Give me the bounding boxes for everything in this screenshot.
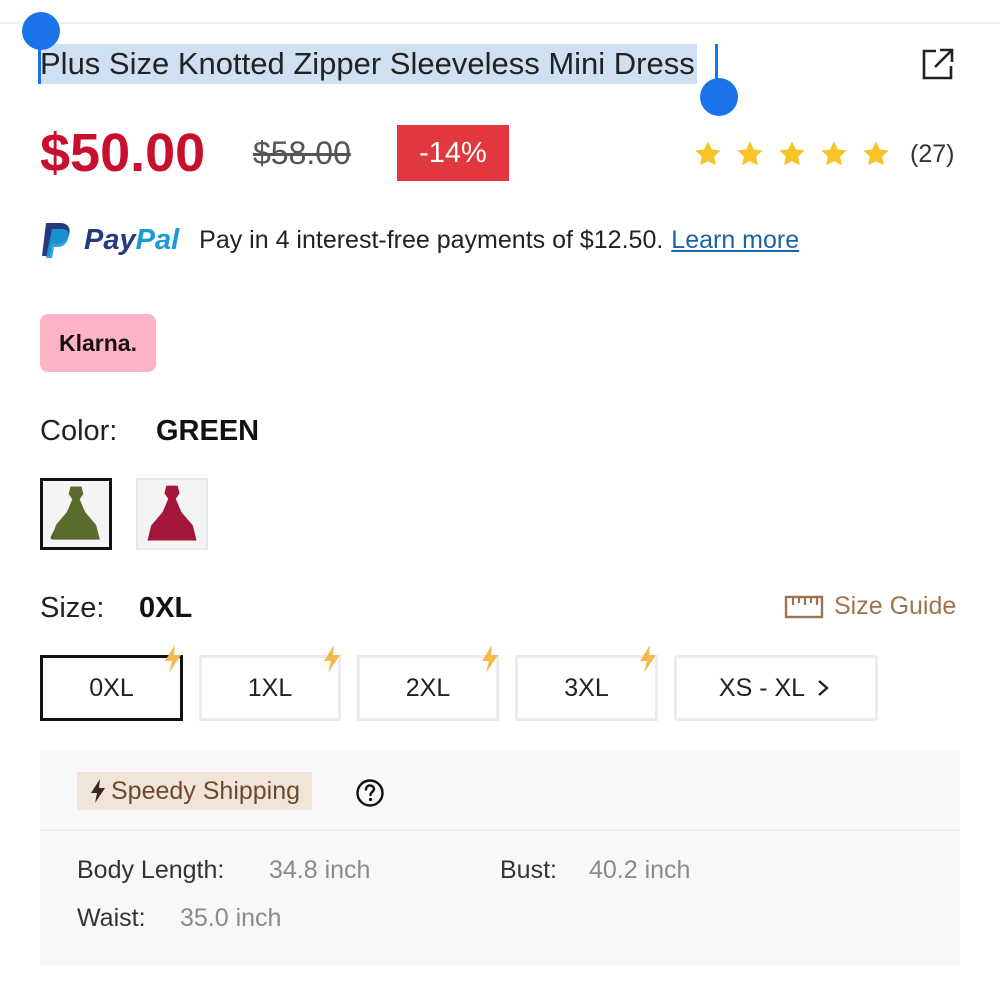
size-selected-value: 0XL [139,592,193,624]
selection-start-handle[interactable] [22,12,60,50]
size-label: Size: [40,592,105,624]
waist-value: 35.0 inch [180,904,282,932]
bust-label: Bust: [500,856,557,884]
star-icon [779,141,805,166]
color-label: Color: [40,415,118,447]
paypal-message: Pay in 4 interest-free payments of $12.5… [199,225,664,254]
size-guide-link[interactable]: Size Guide [784,592,956,621]
color-swatch-red[interactable] [136,478,208,550]
review-count[interactable]: (27) [910,138,954,170]
star-icon [695,141,721,166]
klarna-badge[interactable]: Klarna. [40,314,156,372]
size-option-1xl[interactable]: 1XL [199,655,341,721]
size-option-2xl[interactable]: 2XL [357,655,499,721]
paypal-logo-icon [42,223,70,258]
top-divider [0,22,1000,24]
product-title-wrap: Plus Size Knotted Zipper Sleeveless Mini… [40,44,697,84]
body-length-label: Body Length: [77,856,225,884]
help-icon[interactable] [355,778,385,808]
chevron-right-icon [818,680,829,696]
learn-more-link[interactable]: Learn more [671,226,799,255]
discount-badge: -14% [397,125,509,181]
star-icon [821,141,847,166]
color-swatch-green[interactable] [40,478,112,550]
product-title[interactable]: Plus Size Knotted Zipper Sleeveless Mini… [40,44,697,84]
ruler-icon [784,595,824,618]
size-guide-label: Size Guide [834,592,957,620]
waist-label: Waist: [77,904,146,932]
rating-stars[interactable] [692,138,892,170]
star-icon [737,141,763,166]
bolt-icon [91,779,105,803]
color-selected-value: GREEN [156,415,260,447]
selection-end-handle[interactable] [700,78,738,116]
speedy-bolt-icon [324,645,340,673]
paypal-row: PayPal Pay in 4 interest-free payments o… [40,220,799,260]
body-length-value: 34.8 inch [269,856,371,884]
star-icon [863,141,889,166]
original-price: $58.00 [253,135,351,171]
current-price: $50.00 [40,123,206,183]
speedy-bolt-icon [640,645,656,673]
paypal-wordmark: PayPal [84,223,180,256]
size-option-xs-xl[interactable]: XS - XL [674,655,878,721]
bust-value: 40.2 inch [589,856,691,884]
selection-start-caret [38,44,41,84]
speedy-shipping-badge: Speedy Shipping [77,772,313,810]
share-icon[interactable] [918,44,958,84]
speedy-bolt-icon [482,645,498,673]
panel-divider [40,829,960,831]
speedy-bolt-icon [165,645,181,673]
